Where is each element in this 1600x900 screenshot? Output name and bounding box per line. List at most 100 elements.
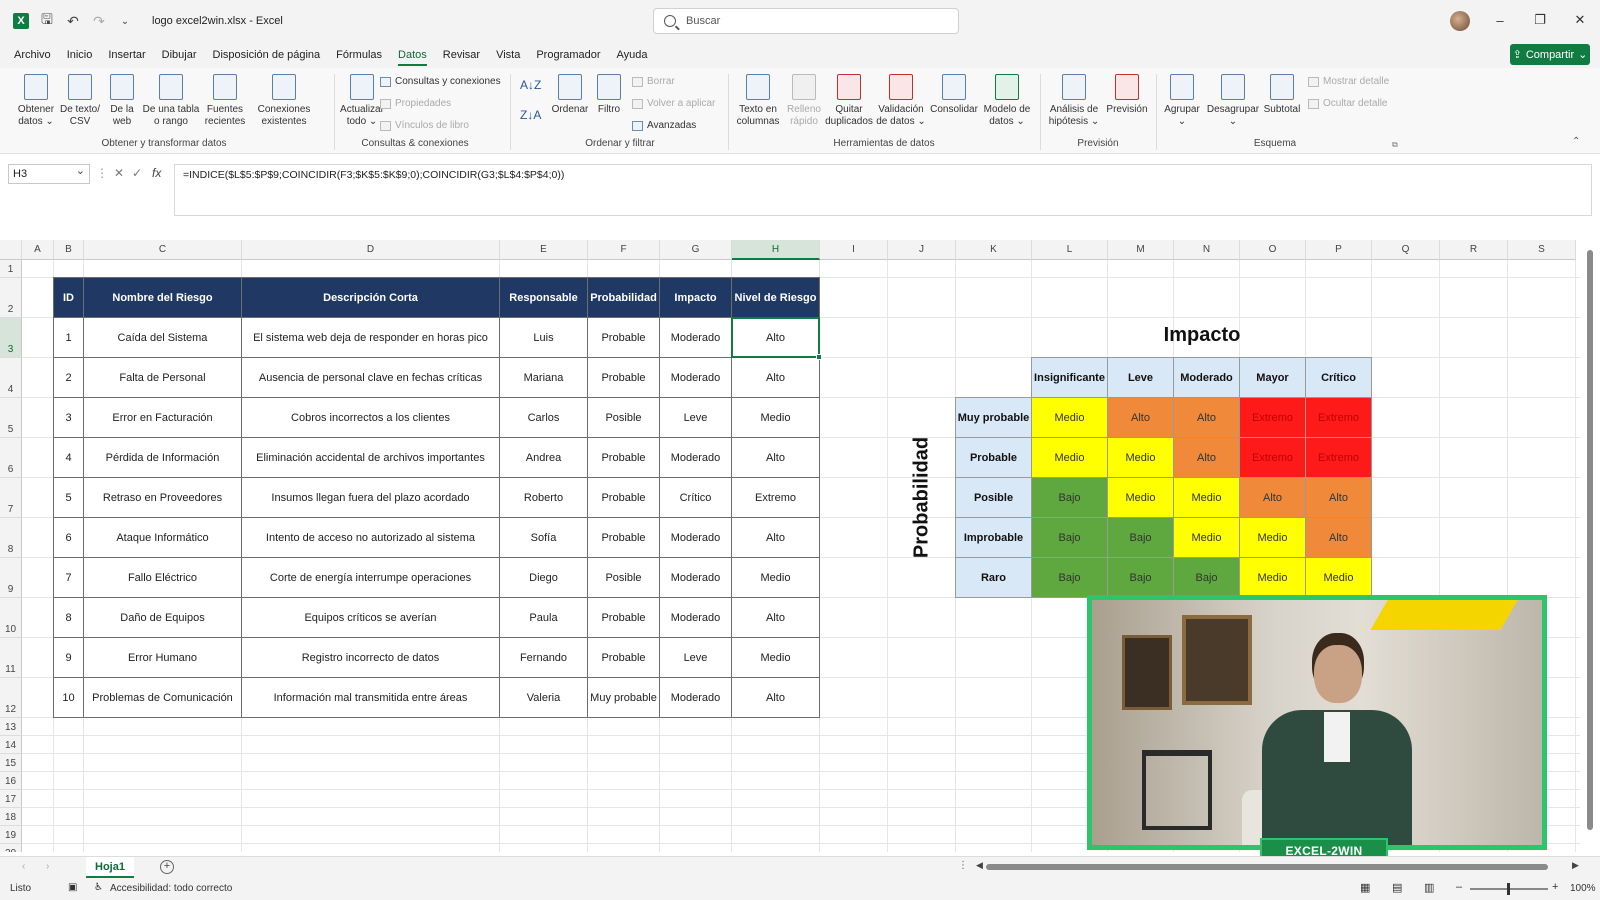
consolidate-button[interactable]: Consolidar	[928, 70, 980, 116]
table-cell[interactable]: 3	[54, 398, 84, 438]
share-button[interactable]: ⇪ Compartir ⌄	[1510, 44, 1590, 65]
column-header-j[interactable]: J	[888, 240, 956, 260]
matrix-cell[interactable]: Bajo	[1108, 558, 1174, 598]
split-handle-icon[interactable]: ⋮	[958, 860, 968, 871]
row-header-20[interactable]: 20	[0, 844, 22, 852]
fill-handle[interactable]	[816, 354, 822, 360]
table-cell[interactable]: Probable	[588, 478, 660, 518]
matrix-cell[interactable]: Bajo	[1032, 478, 1108, 518]
table-cell[interactable]: Daño de Equipos	[84, 598, 242, 638]
tab-fórmulas[interactable]: Fórmulas	[328, 42, 390, 68]
matrix-cell[interactable]: Bajo	[1032, 558, 1108, 598]
matrix-cell[interactable]: Medio	[1240, 558, 1306, 598]
refresh-all-button[interactable]: Actualizar todo ⌄	[340, 70, 384, 128]
what-if-analysis-button[interactable]: Análisis de hipótesis ⌄	[1046, 70, 1102, 128]
table-cell[interactable]: Moderado	[660, 438, 732, 478]
scroll-right-icon[interactable]: ▶	[1572, 860, 1579, 871]
reapply-button[interactable]: Volver a aplicar	[632, 98, 715, 109]
table-cell[interactable]: Moderado	[660, 518, 732, 558]
column-header-i[interactable]: I	[820, 240, 888, 260]
column-header-b[interactable]: B	[54, 240, 84, 260]
matrix-impact-header[interactable]: Leve	[1108, 358, 1174, 398]
workbook-links-button[interactable]: Vínculos de libro	[380, 120, 469, 131]
column-header-k[interactable]: K	[956, 240, 1032, 260]
table-cell[interactable]: 5	[54, 478, 84, 518]
table-cell[interactable]: Carlos	[500, 398, 588, 438]
column-header-m[interactable]: M	[1108, 240, 1174, 260]
tab-ayuda[interactable]: Ayuda	[609, 42, 656, 68]
restore-icon[interactable]: ❐	[1530, 10, 1550, 30]
table-cell[interactable]: Diego	[500, 558, 588, 598]
column-header-a[interactable]: A	[22, 240, 54, 260]
table-cell[interactable]: Probable	[588, 638, 660, 678]
table-cell[interactable]: Error Humano	[84, 638, 242, 678]
flash-fill-button[interactable]: Relleno rápido	[784, 70, 824, 128]
matrix-cell[interactable]: Bajo	[1108, 518, 1174, 558]
matrix-probability-header[interactable]: Muy probable	[956, 398, 1032, 438]
tab-inicio[interactable]: Inicio	[59, 42, 101, 68]
table-cell[interactable]: Moderado	[660, 678, 732, 718]
row-header-4[interactable]: 4	[0, 358, 22, 398]
table-cell[interactable]: Alto	[732, 598, 820, 638]
formula-input[interactable]: =INDICE($L$5:$P$9;COINCIDIR(F3;$K$5:$K$9…	[174, 164, 1592, 216]
cancel-formula-icon[interactable]: ✕	[114, 166, 124, 180]
column-header-p[interactable]: P	[1306, 240, 1372, 260]
table-cell[interactable]: Luis	[500, 318, 588, 358]
text-to-columns-button[interactable]: Texto en columnas	[734, 70, 782, 128]
column-header-g[interactable]: G	[660, 240, 732, 260]
customize-quick-access-icon[interactable]: ⌄	[112, 8, 138, 34]
next-sheet-icon[interactable]: ›	[46, 861, 49, 872]
add-sheet-icon[interactable]: +	[160, 860, 174, 874]
row-header-5[interactable]: 5	[0, 398, 22, 438]
undo-icon[interactable]: ↶	[60, 8, 86, 34]
vertical-scrollbar[interactable]	[1587, 250, 1593, 830]
filter-button[interactable]: Filtro	[594, 70, 624, 116]
table-cell[interactable]: Eliminación accidental de archivos impor…	[242, 438, 500, 478]
table-cell[interactable]: Error en Facturación	[84, 398, 242, 438]
properties-button[interactable]: Propiedades	[380, 98, 451, 109]
forecast-sheet-button[interactable]: Previsión	[1104, 70, 1150, 116]
sort-az-icon[interactable]: A↓Z	[520, 78, 541, 92]
table-cell[interactable]: 8	[54, 598, 84, 638]
tab-vista[interactable]: Vista	[488, 42, 528, 68]
matrix-impact-header[interactable]: Insignificante	[1032, 358, 1108, 398]
redo-icon[interactable]: ↷	[86, 8, 112, 34]
column-header-f[interactable]: F	[588, 240, 660, 260]
zoom-level[interactable]: 100%	[1570, 883, 1596, 894]
matrix-cell[interactable]: Extremo	[1240, 398, 1306, 438]
table-cell[interactable]: Extremo	[732, 478, 820, 518]
table-cell[interactable]: El sistema web deja de responder en hora…	[242, 318, 500, 358]
dialog-launcher-icon[interactable]: ⧉	[1392, 140, 1398, 150]
subtotal-button[interactable]: Subtotal	[1260, 70, 1304, 116]
table-cell[interactable]: Leve	[660, 638, 732, 678]
sort-button[interactable]: Ordenar	[548, 70, 592, 116]
matrix-probability-header[interactable]: Improbable	[956, 518, 1032, 558]
table-cell[interactable]: Andrea	[500, 438, 588, 478]
horizontal-scrollbar[interactable]	[986, 864, 1548, 870]
matrix-cell[interactable]: Bajo	[1174, 558, 1240, 598]
matrix-cell[interactable]: Alto	[1108, 398, 1174, 438]
matrix-probability-header[interactable]: Probable	[956, 438, 1032, 478]
table-cell[interactable]: Fernando	[500, 638, 588, 678]
table-cell[interactable]: Probable	[588, 438, 660, 478]
table-cell[interactable]: 9	[54, 638, 84, 678]
table-cell[interactable]: 6	[54, 518, 84, 558]
table-cell[interactable]: Insumos llegan fuera del plazo acordado	[242, 478, 500, 518]
table-cell[interactable]: Muy probable	[588, 678, 660, 718]
tab-dibujar[interactable]: Dibujar	[154, 42, 205, 68]
table-cell[interactable]: Leve	[660, 398, 732, 438]
page-layout-icon[interactable]: ▤	[1392, 881, 1402, 894]
table-header-cell[interactable]: Nombre del Riesgo	[84, 278, 242, 318]
ungroup-button[interactable]: Desagrupar ⌄	[1206, 70, 1260, 128]
confirm-formula-icon[interactable]: ✓	[132, 166, 142, 180]
table-cell[interactable]: Problemas de Comunicación	[84, 678, 242, 718]
row-header-14[interactable]: 14	[0, 736, 22, 754]
normal-view-icon[interactable]: ▦	[1360, 881, 1370, 894]
tab-revisar[interactable]: Revisar	[435, 42, 488, 68]
matrix-cell[interactable]: Medio	[1108, 438, 1174, 478]
name-box[interactable]: H3	[8, 162, 90, 184]
table-header-cell[interactable]: Descripción Corta	[242, 278, 500, 318]
table-header-cell[interactable]: Impacto	[660, 278, 732, 318]
table-cell[interactable]: Moderado	[660, 598, 732, 638]
tab-disposición-de-página[interactable]: Disposición de página	[205, 42, 329, 68]
